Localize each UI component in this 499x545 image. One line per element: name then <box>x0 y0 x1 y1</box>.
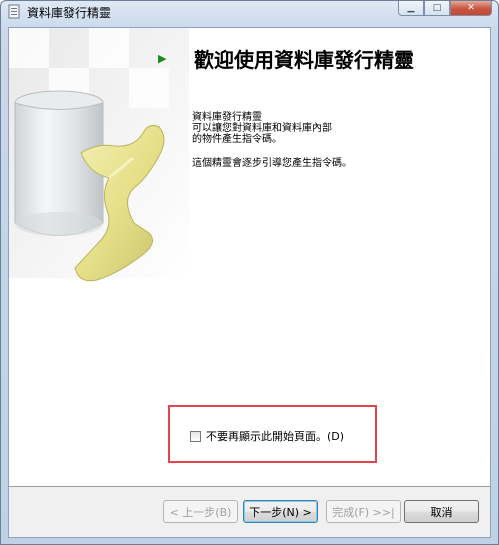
database-icon <box>8 4 20 19</box>
close-icon: ✕ <box>467 3 475 13</box>
next-button[interactable]: 下一步(N) > <box>243 500 318 523</box>
page-title: 歡迎使用資料庫發行精靈 <box>194 48 414 72</box>
minimize-icon: ▁ <box>407 3 415 13</box>
title-bar[interactable]: 資料庫發行精靈 ▁ □ ✕ <box>1 1 498 23</box>
maximize-icon: □ <box>432 3 442 13</box>
window-title: 資料庫發行精靈 <box>27 6 112 20</box>
dont-show-option[interactable]: 不要再顯示此開始頁面。(D) <box>190 428 344 444</box>
wizard-window: 資料庫發行精靈 ▁ □ ✕ ▶ 歡迎使用資料庫發行精靈 資料庫發行精靈 可以讓您… <box>0 0 499 545</box>
caption-buttons: ▁ □ ✕ <box>398 1 492 17</box>
minimize-button[interactable]: ▁ <box>398 1 424 16</box>
intro-text: 資料庫發行精靈 可以讓您對資料庫和資料庫內部 的物件產生指令碼。 <box>192 112 332 145</box>
cancel-button[interactable]: 取消 <box>404 500 479 523</box>
guide-text: 這個精靈會逐步引導您產生指令碼。 <box>192 158 352 169</box>
wizard-client-area: ▶ 歡迎使用資料庫發行精靈 資料庫發行精靈 可以讓您對資料庫和資料庫內部 的物件… <box>8 27 491 538</box>
welcome-page: ▶ 歡迎使用資料庫發行精靈 資料庫發行精靈 可以讓您對資料庫和資料庫內部 的物件… <box>9 28 490 486</box>
dont-show-checkbox[interactable] <box>190 430 201 442</box>
wizard-illustration <box>9 28 189 282</box>
maximize-button[interactable]: □ <box>424 1 450 16</box>
close-button[interactable]: ✕ <box>450 1 492 16</box>
play-arrow-icon: ▶ <box>158 52 167 65</box>
finish-button[interactable]: 完成(F) >>| <box>326 500 401 523</box>
button-separator <box>9 486 490 487</box>
dont-show-label: 不要再顯示此開始頁面。(D) <box>206 430 345 443</box>
previous-button[interactable]: < 上一步(B) <box>163 500 238 523</box>
